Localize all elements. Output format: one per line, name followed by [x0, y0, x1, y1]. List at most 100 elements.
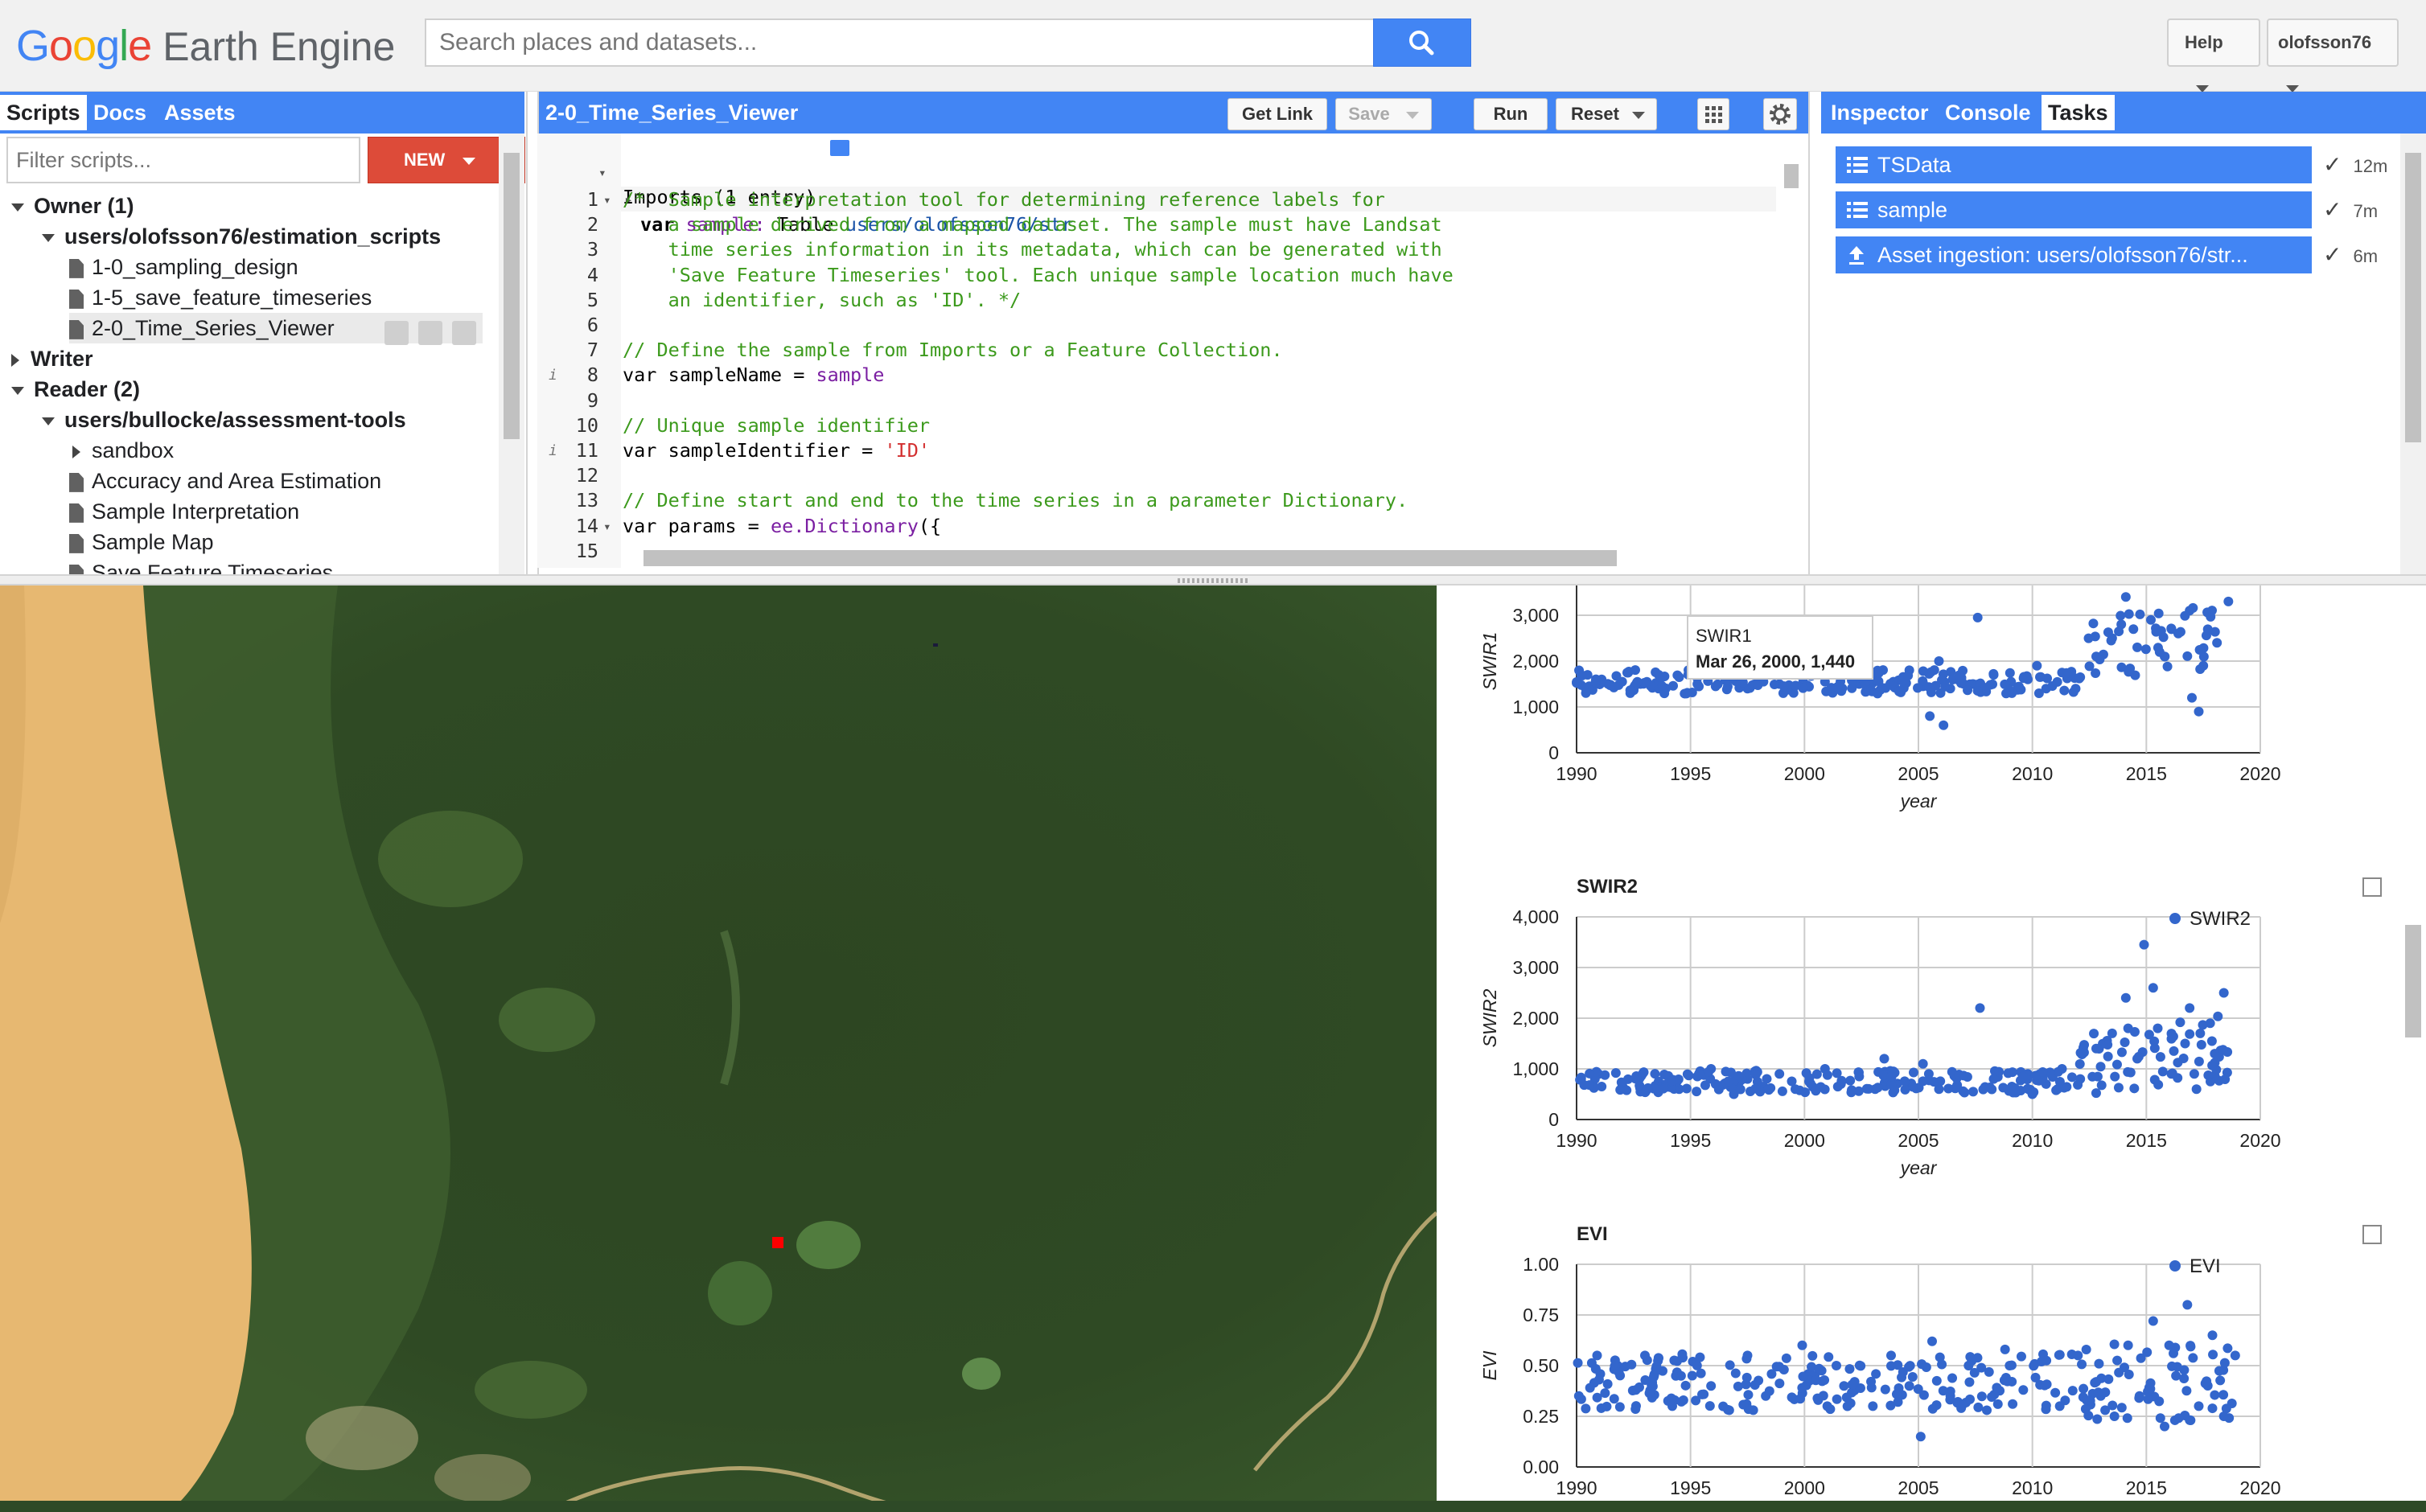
save-button[interactable]: Save [1335, 98, 1432, 130]
import-entry[interactable]: ▸ var sample: Table users/olofsson76/str [537, 162, 1776, 236]
data-point [2195, 1028, 2206, 1038]
scroll-thumb[interactable] [644, 550, 1617, 566]
info-icon[interactable]: i [549, 363, 557, 388]
google-earth-engine-logo[interactable]: Google Earth Engine [16, 18, 395, 74]
tab-console[interactable]: Console [1939, 95, 2037, 130]
editor-hscrollbar[interactable] [627, 547, 1770, 569]
open-in-new-icon[interactable] [2362, 1225, 2382, 1244]
help-button[interactable]: Help [2167, 18, 2260, 92]
tab-inspector[interactable]: Inspector [1824, 95, 1935, 130]
script-folder[interactable]: users/bullocke/assessment-tools [42, 405, 406, 435]
code-line[interactable]: 10 // Unique sample identifier [537, 413, 1776, 438]
map-view[interactable] [0, 585, 1437, 1512]
code-line[interactable]: 4 'Save Feature Timeseries' tool. Each u… [537, 263, 1776, 288]
tasks-scrollbar[interactable] [2400, 134, 2426, 574]
scripts-scrollbar[interactable] [499, 134, 524, 574]
history-icon[interactable] [384, 320, 409, 345]
search-button[interactable] [1373, 18, 1471, 67]
panel-resize-handle[interactable] [0, 574, 2426, 585]
fold-toggle-icon[interactable]: ▾ [603, 187, 611, 212]
tab-tasks[interactable]: Tasks [2042, 95, 2115, 130]
script-folder[interactable]: Reader (2) [11, 374, 140, 405]
scroll-thumb[interactable] [2405, 925, 2421, 1037]
data-point [2080, 1403, 2091, 1414]
script-folder[interactable]: Owner (1) [11, 191, 134, 221]
code-line[interactable]: 6 [537, 313, 1776, 338]
script-file[interactable]: 1-0_sampling_design [69, 252, 298, 282]
code-line[interactable]: 13 // Define start and end to the time se… [537, 488, 1776, 513]
data-point [2082, 1395, 2092, 1405]
scroll-thumb[interactable] [1784, 164, 1799, 188]
tab-scripts[interactable]: Scripts [0, 95, 87, 130]
script-file[interactable]: Sample Interpretation [69, 496, 299, 527]
time-series-charts[interactable]: 0 1,000 2,000 3,000 4,000 1990 1995 2000 2005 201… [1437, 585, 2426, 1512]
script-folder[interactable]: users/olofsson76/estimation_scripts [42, 221, 441, 252]
file-icon[interactable] [69, 319, 84, 339]
tab-assets[interactable]: Assets [158, 95, 242, 130]
file-icon[interactable] [69, 533, 84, 553]
search-input[interactable]: Search places and datasets... [425, 18, 1374, 67]
file-icon[interactable] [69, 472, 84, 492]
expand-down-icon[interactable] [11, 386, 24, 395]
open-in-new-icon[interactable] [2362, 877, 2382, 897]
expand-right-icon[interactable] [11, 353, 19, 367]
drag-handle-icon[interactable] [1178, 578, 1248, 583]
task-item[interactable]: TSData [1836, 146, 2312, 183]
data-point [2103, 1051, 2113, 1062]
editor-scrollbar[interactable] [1778, 134, 1805, 552]
code-line[interactable]: 14 ▾ var params = ee.Dictionary({ [537, 514, 1776, 539]
data-point [1832, 1361, 1841, 1370]
code-line[interactable]: 3 time series information in its metadat… [537, 237, 1776, 262]
file-icon[interactable] [69, 503, 84, 523]
task-item[interactable]: Asset ingestion: users/olofsson76/str... [1836, 236, 2312, 273]
chart-scrollbar[interactable] [2399, 585, 2426, 1512]
apps-button[interactable] [1697, 98, 1729, 130]
fold-toggle-icon[interactable]: ▾ [603, 514, 611, 539]
file-icon[interactable] [69, 289, 84, 309]
expand-down-icon[interactable] [42, 233, 55, 242]
code-line[interactable]: 12 [537, 463, 1776, 488]
script-file[interactable]: Save Feature Timeseries [69, 557, 333, 574]
code-area[interactable]: ▾ Imports (1 entry) ▸ var sample: Table … [537, 134, 1792, 568]
scroll-thumb[interactable] [2405, 153, 2421, 442]
code-line[interactable]: 7 // Define the sample from Imports or a … [537, 338, 1776, 363]
info-icon[interactable]: i [549, 438, 557, 463]
scroll-thumb[interactable] [504, 153, 520, 439]
task-item[interactable]: sample [1836, 191, 2312, 228]
sample-point-marker[interactable] [772, 1237, 783, 1248]
script-file[interactable]: Accuracy and Area Estimation [69, 466, 381, 496]
account-button[interactable]: olofsson76 [2267, 18, 2399, 92]
filter-scripts-input[interactable]: Filter scripts... [6, 137, 360, 183]
code-line[interactable]: 11 i var sampleIdentifier = 'ID' [537, 438, 1776, 463]
imports-header[interactable]: ▾ Imports (1 entry) [537, 135, 1776, 208]
y-tick-label: 0.25 [1523, 1406, 1559, 1427]
tab-docs[interactable]: Docs [87, 95, 153, 130]
script-file[interactable]: 1-5_save_feature_timeseries [69, 282, 372, 313]
imports-doc-icon[interactable] [830, 140, 849, 156]
code-line[interactable]: 8 i var sampleName = sample [537, 363, 1776, 388]
get-link-button[interactable]: Get Link [1227, 98, 1327, 130]
file-icon[interactable] [69, 564, 84, 574]
script-file[interactable]: 2-0_Time_Series_Viewer [69, 313, 483, 345]
script-folder[interactable]: Writer [11, 343, 93, 374]
edit-icon[interactable] [418, 320, 442, 345]
settings-button[interactable] [1763, 98, 1797, 130]
file-icon[interactable] [69, 258, 84, 278]
satellite-imagery[interactable] [0, 585, 1437, 1512]
script-file[interactable]: Sample Map [69, 527, 214, 557]
expand-right-icon[interactable] [72, 445, 80, 458]
data-point [1904, 1381, 1914, 1391]
run-button[interactable]: Run [1474, 98, 1548, 130]
expand-down-icon[interactable] [11, 203, 24, 212]
code-line[interactable]: 9 [537, 388, 1776, 413]
code-line[interactable]: 2 a sample derived from a mapped dataset… [537, 212, 1776, 237]
data-point [1764, 1386, 1774, 1396]
chart-title: EVI [1577, 1223, 1608, 1245]
expand-down-icon[interactable] [42, 417, 55, 425]
code-line[interactable]: 5 an identifier, such as 'ID'. */ [537, 288, 1776, 313]
script-folder[interactable]: sandbox [72, 435, 174, 466]
data-point [2083, 633, 2094, 643]
data-point [1797, 1340, 1807, 1350]
reset-button[interactable]: Reset [1556, 98, 1657, 130]
delete-icon[interactable] [452, 320, 476, 345]
